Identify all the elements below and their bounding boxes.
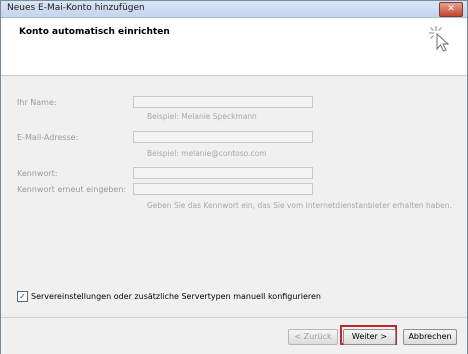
manual-config-label[interactable]: Servereinstellungen oder zusätzliche Ser… (31, 292, 321, 301)
password-repeat-field[interactable] (133, 183, 313, 195)
window-title: Neues E-Mai-Konto hinzufügen (7, 3, 145, 13)
email-label: E-Mail-Adresse: (17, 133, 79, 142)
cancel-button[interactable]: Abbrechen (403, 329, 457, 345)
cursor-sparkle-icon (429, 26, 450, 52)
name-hint: Beispiel: Melanie Speckmann (147, 112, 257, 121)
checkmark-icon: ✓ (19, 292, 26, 301)
close-button[interactable]: ✕ (439, 2, 463, 17)
manual-config-row[interactable]: ✓ Servereinstellungen oder zusätzliche S… (17, 291, 321, 302)
dialog-header: Konto automatisch einrichten (1, 18, 467, 76)
manual-config-checkbox[interactable]: ✓ (17, 291, 28, 302)
title-bar[interactable]: Neues E-Mai-Konto hinzufügen ✕ (1, 1, 467, 18)
next-button[interactable]: Weiter > (343, 329, 396, 345)
close-icon: ✕ (447, 4, 455, 14)
password-repeat-label: Kennwort erneut eingeben: (17, 185, 127, 194)
password-hint: Geben Sie das Kennwort ein, das Sie vom … (147, 201, 452, 210)
password-field[interactable] (133, 167, 313, 179)
back-button[interactable]: < Zurück (288, 329, 338, 345)
name-label: Ihr Name: (17, 98, 57, 107)
name-field[interactable] (133, 96, 313, 108)
button-bar: < Zurück Weiter > Abbrechen (1, 317, 467, 354)
email-hint: Beispiel: melanie@contoso.com (147, 149, 267, 158)
add-account-dialog: Neues E-Mai-Konto hinzufügen ✕ Konto aut… (0, 0, 468, 354)
password-label: Kennwort: (17, 169, 58, 178)
page-title: Konto automatisch einrichten (19, 27, 170, 37)
email-field[interactable] (133, 131, 313, 143)
